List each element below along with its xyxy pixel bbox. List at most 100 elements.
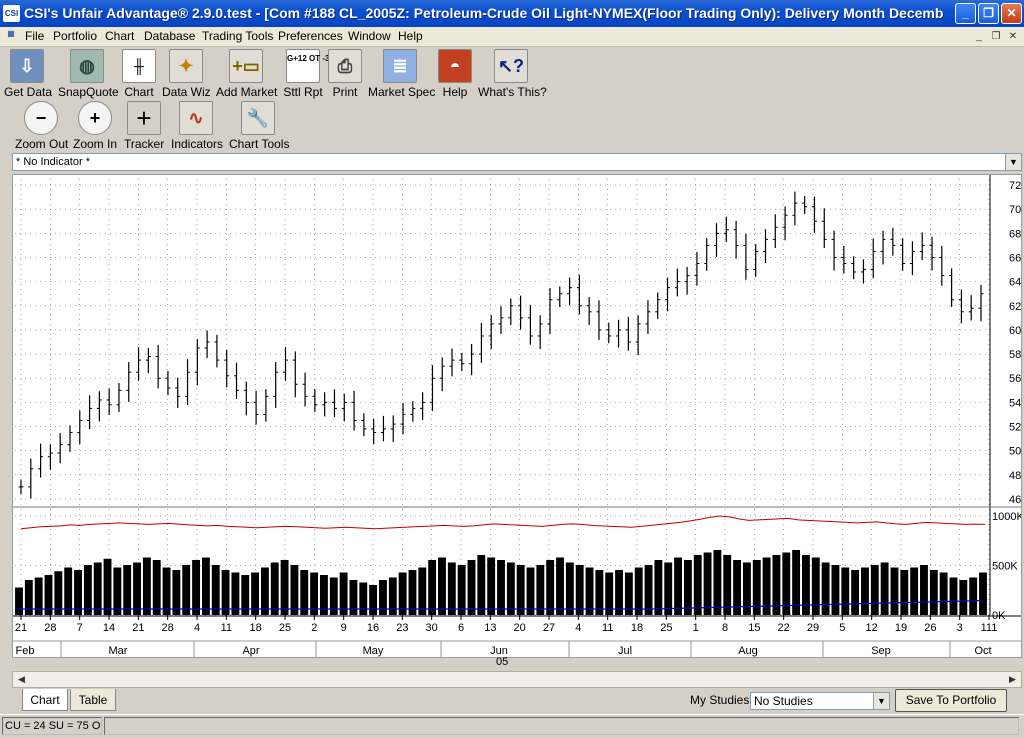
volume-bar [674,557,682,615]
menu-trading-tools[interactable]: Trading Tools [202,29,273,44]
day-tick-label: 8 [722,622,728,634]
tracker-button[interactable]: + Tracker [124,101,164,151]
data-wiz-button[interactable]: ✦ Data Wiz [162,49,211,99]
volume-bar [723,555,732,615]
data-wiz-label: Data Wiz [162,85,211,99]
volume-bar [83,565,92,615]
day-tick-label: 22 [778,622,790,634]
add-market-button[interactable]: +▭ Add Market [216,49,278,99]
volume-bar [123,565,132,615]
menu-portfolio[interactable]: Portfolio [53,29,97,44]
chart-tools-label: Chart Tools [229,137,290,151]
day-tick-label: 29 [807,622,819,634]
volume-bar [162,567,171,615]
volume-bar [900,570,909,615]
volume-bar [949,577,958,615]
day-tick-label: 16 [367,622,379,634]
volume-bar [811,557,820,615]
tab-table[interactable]: Table [70,689,116,711]
volume-tick-label: 500K [992,560,1018,572]
status-text: CU = 24 SU = 75 OU [2,717,102,735]
chart-label: Chart [124,85,154,99]
whats-this-button[interactable]: ↖? What's This? [478,49,547,99]
get-data-button[interactable]: ⇩ Get Data [4,49,53,99]
volume-bar [703,552,712,615]
month-label: Jul [618,645,632,657]
studies-select[interactable]: No Studies ▼ [750,692,890,710]
snapquote-icon: ◍ [70,49,104,83]
save-to-portfolio-button[interactable]: Save To Portfolio [895,689,1007,712]
chart-button[interactable]: ╫ Chart [121,49,157,99]
scroll-left-icon[interactable]: ◀ [14,673,29,686]
window-title: CSI's Unfair Advantage® 2.9.0.test - [Co… [24,5,944,21]
status-bar: CU = 24 SU = 75 OU [0,714,1024,738]
volume-bar [821,562,830,615]
sttl-rpt-button[interactable]: G+12 OT -3 Sttl Rpt [283,49,329,99]
year-label: 05 [496,656,509,668]
menu-database[interactable]: Database [144,29,195,44]
help-hat-icon: ◓ [438,49,472,83]
menu-help[interactable]: Help [398,29,423,44]
chart-tools-button[interactable]: 🔧 Chart Tools [229,101,290,151]
menu-chart[interactable]: Chart [105,29,134,44]
price-tick-label: 66 [1009,252,1021,264]
zoom-in-button[interactable]: + Zoom In [73,101,117,151]
price-chart[interactable]: 727068666462605856545250484621 28 7 14 21 28 4… [13,175,1021,657]
day-tick-label: 9 [341,622,347,634]
chart-area[interactable]: 72 70 68 66 64 62 60 58 56 54 52 50 48 46 21 28 7 14 21 28 4… [12,174,1022,658]
indicator-select[interactable]: * No Indicator * ▼ [12,153,1022,171]
volume-bar [15,587,23,615]
volume-bar [969,577,978,615]
tab-chart[interactable]: Chart [22,689,68,711]
volume-bar [142,557,151,615]
mdi-close-button[interactable]: ✕ [1006,30,1020,43]
print-button[interactable]: ⎙ Print [328,49,362,99]
volume-bar [152,560,161,615]
horizontal-scrollbar[interactable]: ◀ ▶ [12,671,1022,688]
minimize-button[interactable]: _ [955,3,976,24]
menu-file[interactable]: File [25,29,44,44]
menu-preferences[interactable]: Preferences [278,29,343,44]
volume-bar [270,562,279,615]
month-label: Apr [242,645,259,657]
volume-bar [526,567,535,615]
price-tick-label: 48 [1009,470,1021,482]
day-tick-label: 18 [631,622,643,634]
volume-bar [546,560,555,615]
volume-bar [408,570,417,615]
zoom-out-button[interactable]: − Zoom Out [15,101,68,151]
whats-this-label: What's This? [478,85,547,99]
indicators-button[interactable]: ∿ Indicators [171,101,223,151]
day-tick-label: 21 [15,622,27,634]
document-icon[interactable]: ▦ [3,29,19,45]
volume-bar [418,567,427,615]
snapquote-button[interactable]: ◍ SnapQuote [58,49,119,99]
day-tick-label: 18 [250,622,262,634]
volume-bar [379,580,387,615]
market-spec-label: Market Spec [368,85,436,99]
volume-bar [74,570,82,615]
volume-bar [841,567,850,615]
help-button[interactable]: ◓ Help [438,49,472,99]
get-data-label: Get Data [4,85,53,99]
add-market-label: Add Market [216,85,278,99]
chart-icon: ╫ [122,49,156,83]
day-tick-label: 28 [44,622,56,634]
studies-select-value: No Studies [754,694,813,708]
volume-bar [880,562,889,615]
maximize-button[interactable]: ❐ [978,3,999,24]
get-data-icon: ⇩ [10,49,44,83]
market-spec-button[interactable]: ≣ Market Spec [368,49,436,99]
volume-bar [300,570,309,615]
scroll-right-icon[interactable]: ▶ [1005,673,1020,686]
open-interest-line [20,515,986,530]
volume-bar [979,572,987,615]
menu-window[interactable]: Window [348,29,391,44]
chevron-down-icon[interactable]: ▼ [1005,154,1021,170]
chevron-down-icon[interactable]: ▼ [873,693,889,709]
app-logo-icon: CSI [3,5,20,22]
mdi-restore-button[interactable]: ❐ [989,30,1003,43]
month-label: May [363,645,384,657]
close-button[interactable]: ✕ [1001,3,1022,24]
mdi-minimize-button[interactable]: _ [972,30,986,43]
